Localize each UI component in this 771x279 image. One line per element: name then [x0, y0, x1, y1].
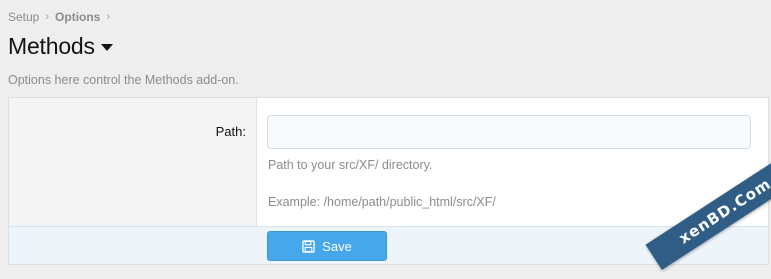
path-hint: Path to your src/XF/ directory.	[268, 158, 433, 172]
label-column: Path:	[9, 98, 257, 226]
save-button[interactable]: Save	[267, 231, 387, 261]
breadcrumb-item-options[interactable]: Options	[55, 10, 100, 24]
path-input[interactable]	[267, 115, 751, 149]
caret-down-icon[interactable]	[100, 44, 113, 51]
breadcrumb-separator: ›	[45, 11, 50, 23]
breadcrumb-separator: ›	[106, 11, 111, 23]
title-row: Methods	[8, 33, 113, 60]
page: Setup › Options › Methods Options here c…	[0, 0, 771, 279]
path-example: Example: /home/path/public_html/src/XF/	[268, 195, 496, 209]
page-title: Methods	[8, 33, 95, 59]
breadcrumb-item-setup[interactable]: Setup	[8, 10, 39, 24]
floppy-disk-icon	[302, 239, 315, 253]
save-button-label: Save	[322, 238, 352, 254]
page-description: Options here control the Methods add-on.	[8, 73, 239, 87]
path-label: Path:	[215, 124, 246, 139]
breadcrumb: Setup › Options ›	[8, 10, 116, 24]
